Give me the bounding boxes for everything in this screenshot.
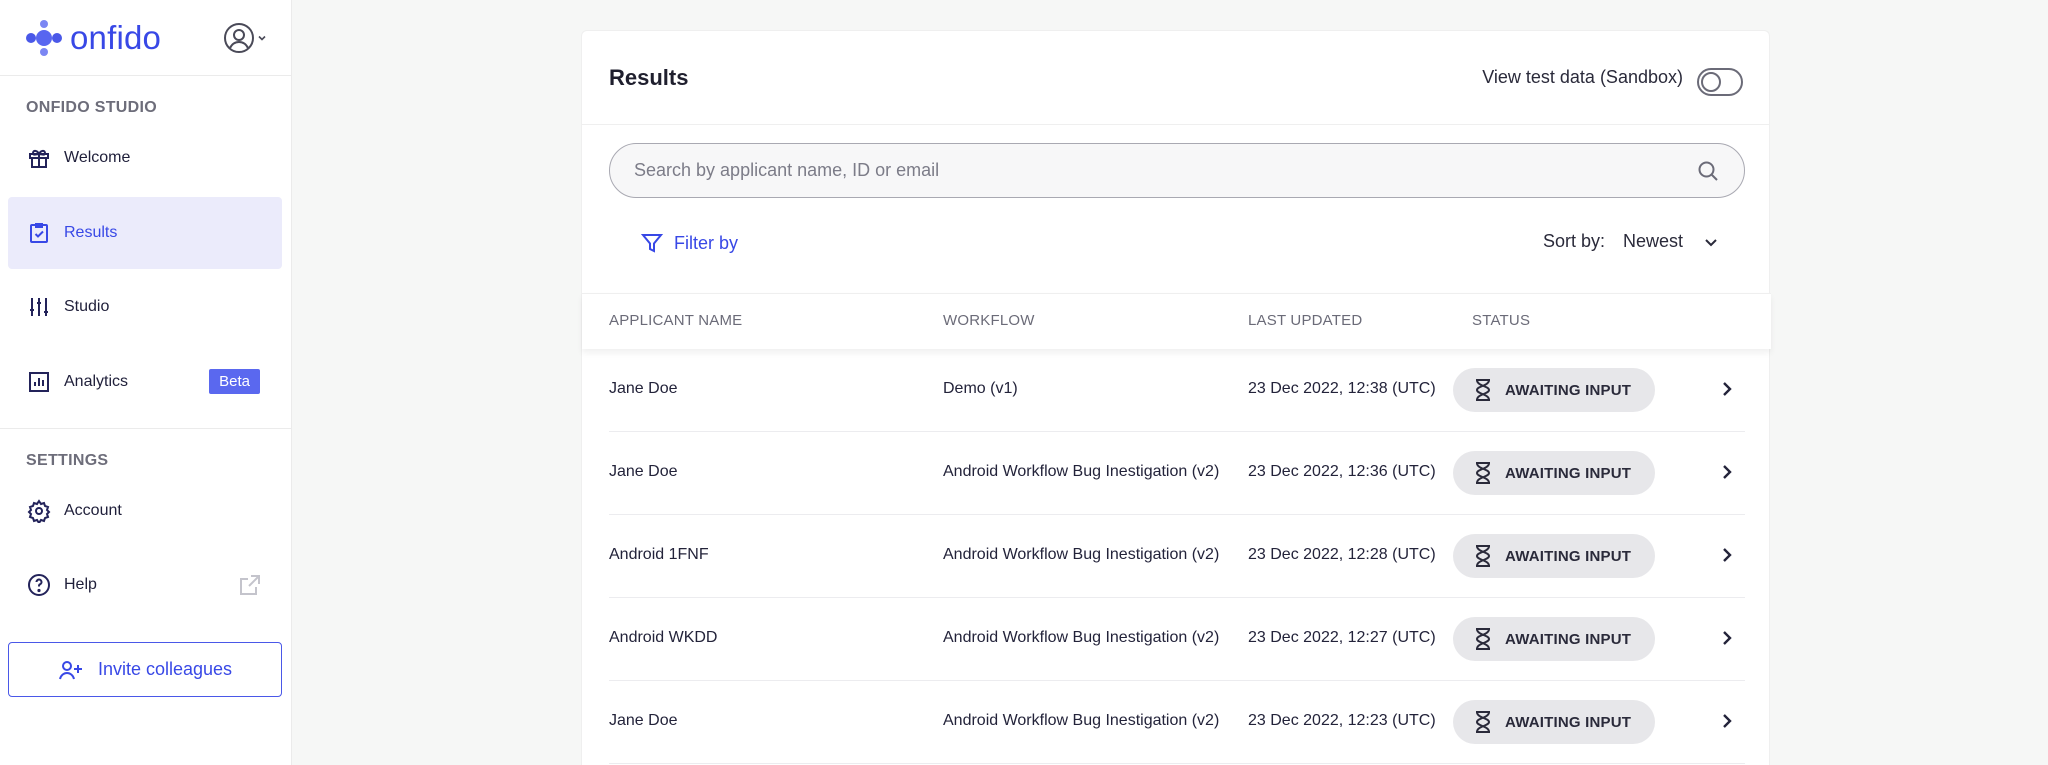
filter-label: Filter by <box>674 232 739 253</box>
status-badge: AWAITING INPUT <box>1453 368 1655 412</box>
applicant-name: Jane Doe <box>609 380 678 397</box>
brand-name: onfido <box>70 18 162 56</box>
add-user-icon <box>58 660 82 679</box>
applicant-name: Android 1FNF <box>609 546 709 563</box>
brand-row: onfido <box>0 0 291 76</box>
workflow-name: Demo (v1) <box>943 380 1018 397</box>
results-card: Results View test data (Sandbox) Filter … <box>581 30 1771 765</box>
status-label: AWAITING INPUT <box>1505 381 1632 399</box>
last-updated: 23 Dec 2022, 12:28 (UTC) <box>1248 546 1436 563</box>
section-label-studio: ONFIDO STUDIO <box>26 99 158 116</box>
sidebar-item-label: Analytics <box>64 373 129 390</box>
chevron-right-icon[interactable] <box>1719 546 1735 564</box>
sandbox-toggle-group: View test data (Sandbox) <box>1482 60 1743 96</box>
hourglass-icon <box>1475 711 1491 733</box>
workflow-name: Android Workflow Bug Inestigation (v2) <box>943 546 1220 563</box>
workflow-name: Android Workflow Bug Inestigation (v2) <box>943 629 1220 646</box>
clipboard-check-icon <box>26 220 52 246</box>
column-header-last-updated[interactable]: LAST UPDATED <box>1248 312 1362 329</box>
sandbox-label: View test data (Sandbox) <box>1482 67 1683 87</box>
status-label: AWAITING INPUT <box>1505 464 1632 482</box>
status-badge: AWAITING INPUT <box>1453 617 1655 661</box>
sidebar-item-label: Studio <box>64 298 110 315</box>
chevron-right-icon[interactable] <box>1719 712 1735 730</box>
filter-icon <box>640 234 664 253</box>
sidebar-item-label: Account <box>64 502 122 519</box>
sandbox-toggle[interactable] <box>1697 67 1743 96</box>
search-icon[interactable] <box>1696 159 1720 183</box>
sidebar-divider <box>0 428 292 429</box>
sidebar-item-label: Welcome <box>64 149 131 166</box>
help-circle-icon <box>26 572 52 598</box>
user-circle-icon <box>224 22 254 53</box>
sidebar-item-label: Help <box>64 576 97 593</box>
status-label: AWAITING INPUT <box>1505 547 1632 565</box>
hourglass-icon <box>1475 379 1491 401</box>
onfido-logo-mark-icon <box>26 19 62 56</box>
sliders-icon <box>26 294 52 320</box>
onfido-logo[interactable]: onfido <box>24 18 161 58</box>
workflow-name: Android Workflow Bug Inestigation (v2) <box>943 463 1220 480</box>
column-header-status[interactable]: STATUS <box>1472 312 1530 329</box>
chevron-right-icon[interactable] <box>1719 629 1735 647</box>
table-row[interactable]: Android 1FNF Android Workflow Bug Inesti… <box>609 515 1745 598</box>
hourglass-icon <box>1475 545 1491 567</box>
chevron-down-icon <box>1705 238 1717 246</box>
results-header: Results View test data (Sandbox) <box>582 31 1769 125</box>
hourglass-icon <box>1475 628 1491 650</box>
sidebar-item-studio[interactable]: Studio <box>8 271 282 343</box>
column-header-workflow[interactable]: WORKFLOW <box>943 312 1035 329</box>
table-row[interactable]: Jane Doe Android Workflow Bug Inestigati… <box>609 432 1745 515</box>
profile-menu-button[interactable] <box>223 22 267 54</box>
toggle-knob <box>1701 71 1721 92</box>
workflow-name: Android Workflow Bug Inestigation (v2) <box>943 712 1220 729</box>
filter-button[interactable]: Filter by <box>640 231 738 255</box>
sidebar-item-results[interactable]: Results <box>8 197 282 269</box>
search-input[interactable] <box>634 160 1696 181</box>
sort-control: Sort by: Newest <box>1543 231 1719 252</box>
sidebar-item-label: Results <box>64 224 118 241</box>
last-updated: 23 Dec 2022, 12:27 (UTC) <box>1248 629 1436 646</box>
sort-label: Sort by: <box>1542 231 1605 251</box>
external-link-icon <box>238 573 262 602</box>
page-title: Results <box>609 64 689 90</box>
gear-icon <box>26 498 52 524</box>
sidebar-item-help[interactable]: Help <box>8 549 282 621</box>
chevron-right-icon[interactable] <box>1719 463 1735 481</box>
beta-badge: Beta <box>209 369 260 394</box>
status-badge: AWAITING INPUT <box>1453 534 1655 578</box>
gift-icon <box>26 145 52 171</box>
sidebar-item-welcome[interactable]: Welcome <box>8 122 282 194</box>
sidebar: onfido ONFIDO STUDIO Welcome Results Stu… <box>0 0 292 765</box>
bar-chart-icon <box>26 369 52 395</box>
chevron-right-icon[interactable] <box>1719 380 1735 398</box>
invite-colleagues-button[interactable]: Invite colleagues <box>8 642 282 697</box>
table-row[interactable]: Android WKDD Android Workflow Bug Inesti… <box>609 598 1745 681</box>
section-label-settings: SETTINGS <box>26 452 109 469</box>
last-updated: 23 Dec 2022, 12:23 (UTC) <box>1248 712 1436 729</box>
status-label: AWAITING INPUT <box>1505 713 1632 731</box>
sort-select[interactable]: Newest <box>1623 231 1719 252</box>
applicant-name: Jane Doe <box>609 463 678 480</box>
table-row[interactable]: Jane Doe Demo (v1) 23 Dec 2022, 12:38 (U… <box>609 349 1745 432</box>
status-badge: AWAITING INPUT <box>1453 451 1655 495</box>
applicant-name: Jane Doe <box>609 712 678 729</box>
column-header-applicant[interactable]: APPLICANT NAME <box>609 312 742 329</box>
status-badge: AWAITING INPUT <box>1453 700 1655 744</box>
last-updated: 23 Dec 2022, 12:38 (UTC) <box>1248 380 1436 397</box>
sort-value: Newest <box>1622 231 1683 251</box>
invite-colleagues-label: Invite colleagues <box>97 659 233 679</box>
status-label: AWAITING INPUT <box>1505 630 1632 648</box>
chevron-down-icon <box>258 35 266 41</box>
last-updated: 23 Dec 2022, 12:36 (UTC) <box>1248 463 1436 480</box>
hourglass-icon <box>1475 462 1491 484</box>
search-bar <box>609 143 1745 198</box>
table-row[interactable]: Jane Doe Android Workflow Bug Inestigati… <box>609 681 1745 764</box>
applicant-name: Android WKDD <box>609 629 718 646</box>
sidebar-item-analytics[interactable]: Analytics Beta <box>8 346 282 418</box>
sidebar-item-account[interactable]: Account <box>8 475 282 547</box>
table-header: APPLICANT NAME WORKFLOW LAST UPDATED STA… <box>582 293 1771 349</box>
